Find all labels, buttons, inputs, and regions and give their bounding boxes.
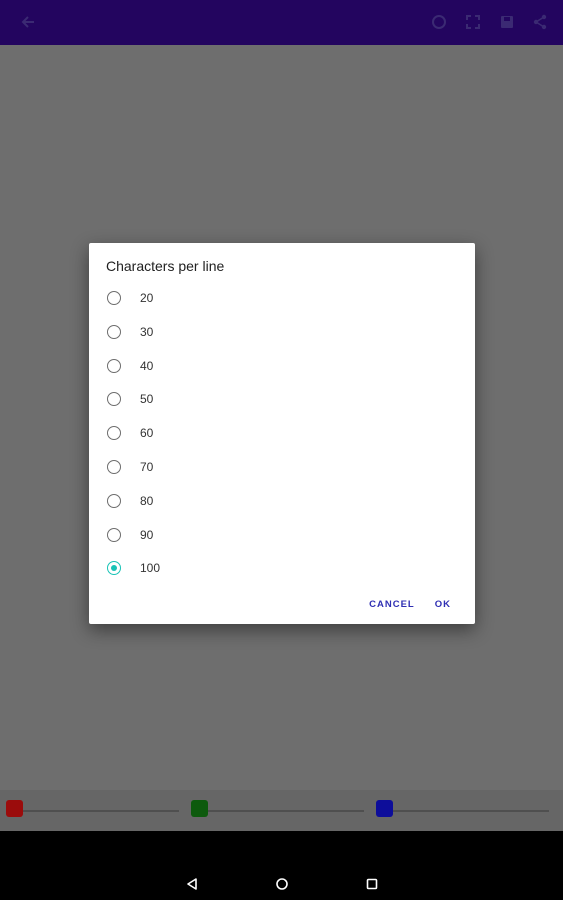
option-label: 60 (140, 426, 154, 441)
option-label: 40 (140, 358, 154, 373)
blue-slider-thumb[interactable] (376, 800, 393, 817)
option-label: 70 (140, 459, 154, 474)
app-bar (0, 0, 563, 45)
option-item[interactable]: 60 (89, 418, 475, 452)
radio-button[interactable] (107, 324, 121, 339)
system-nav-bar (0, 831, 563, 900)
option-label: 20 (140, 291, 154, 305)
home-circle-icon[interactable] (274, 876, 290, 892)
option-label: 80 (140, 493, 154, 508)
radio-button[interactable] (107, 291, 121, 305)
ok-button[interactable]: OK (435, 599, 451, 610)
color-slider-bar (0, 790, 563, 831)
option-item[interactable]: 40 (89, 351, 475, 385)
option-list: 20 30 40 50 60 70 80 90 100 (89, 283, 475, 587)
share-icon[interactable] (529, 11, 551, 33)
option-label: 50 (140, 392, 154, 407)
option-item[interactable]: 80 (89, 486, 475, 520)
option-item[interactable]: 90 (89, 520, 475, 554)
option-item[interactable]: 70 (89, 452, 475, 486)
option-item[interactable]: 50 (89, 384, 475, 418)
rotate-icon[interactable] (428, 11, 450, 33)
back-arrow-icon[interactable] (17, 11, 39, 33)
radio-button[interactable] (107, 459, 121, 474)
red-slider-thumb[interactable] (6, 800, 23, 817)
blue-slider-track[interactable] (384, 810, 549, 812)
radio-button[interactable] (107, 358, 121, 373)
radio-button[interactable] (107, 493, 121, 508)
fullscreen-icon[interactable] (462, 11, 484, 33)
green-slider-track[interactable] (199, 810, 364, 812)
radio-button-checked[interactable] (107, 561, 121, 576)
dialog-actions: CANCEL OK (369, 599, 451, 610)
option-label: 100 (140, 561, 161, 576)
option-item-selected[interactable]: 100 (89, 553, 475, 587)
green-slider-thumb[interactable] (191, 800, 208, 817)
back-triangle-icon[interactable] (184, 876, 200, 892)
radio-button[interactable] (107, 527, 121, 542)
radio-button[interactable] (107, 426, 121, 441)
red-slider-track[interactable] (14, 810, 179, 812)
option-label: 90 (140, 527, 154, 542)
option-label: 30 (140, 324, 154, 339)
cancel-button[interactable]: CANCEL (369, 599, 415, 610)
recents-square-icon[interactable] (364, 876, 380, 892)
save-icon[interactable] (496, 11, 518, 33)
dialog-title: Characters per line (106, 258, 225, 274)
characters-per-line-dialog: Characters per line 20 30 40 50 60 70 80 (89, 243, 475, 624)
option-item[interactable]: 30 (89, 317, 475, 351)
radio-button[interactable] (107, 392, 121, 407)
option-item[interactable]: 20 (89, 283, 475, 317)
